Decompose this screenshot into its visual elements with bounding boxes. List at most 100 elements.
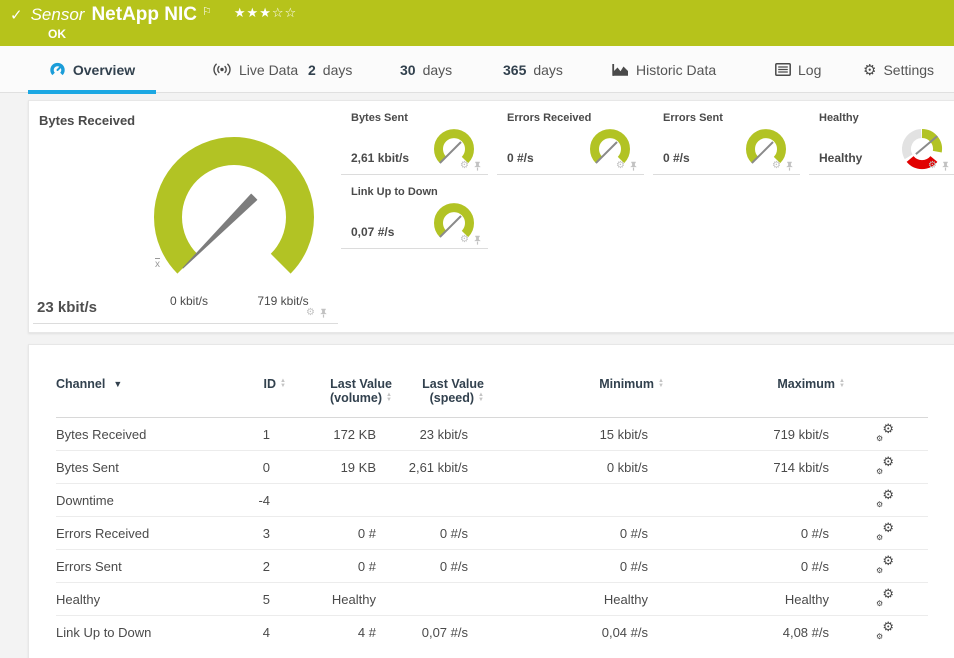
channel-id-cell: 2: [216, 550, 286, 583]
gauge-cell-bytes-sent: Bytes Sent 2,61 kbit/s ⚙: [341, 101, 488, 175]
channel-settings-icon[interactable]: ⚙⚙: [876, 590, 894, 605]
minimum-cell: 0,04 #/s: [484, 616, 664, 649]
gauge-cell-errors-sent: Errors Sent 0 #/s ⚙: [653, 101, 800, 175]
column-header-id[interactable]: ID▲▼: [216, 377, 286, 418]
primary-gauge-cell: Bytes Received x 0 kbit/s 719 kbit/s 23 …: [29, 101, 340, 334]
minimum-cell: 0 #/s: [484, 550, 664, 583]
tab-2-days[interactable]: 2 days: [308, 46, 352, 93]
stars-filled[interactable]: ★★★: [234, 6, 272, 21]
table-row: Errors Sent 2 0 # 0 #/s 0 #/s 0 #/s ⚙⚙: [56, 550, 928, 583]
flag-icon: ⚐: [202, 5, 212, 18]
last-speed-cell: [392, 583, 484, 616]
tab-log[interactable]: Log: [775, 46, 821, 93]
channel-settings-icon[interactable]: ⚙⚙: [876, 425, 894, 440]
maximum-cell: [664, 484, 845, 517]
gauge-min-label: 0 kbit/s: [149, 294, 229, 308]
column-header-last-value-volume[interactable]: Last Value (volume)▲▼: [286, 377, 392, 418]
gauge-settings-icon[interactable]: ⚙: [772, 161, 781, 171]
gauge-icon: [49, 61, 66, 78]
tab-365-days-label: days: [533, 62, 563, 78]
last-speed-cell: [392, 484, 484, 517]
tab-historic-data[interactable]: Historic Data: [612, 46, 716, 93]
minimum-cell: [484, 484, 664, 517]
column-header-actions: [845, 377, 928, 418]
gauge-cell-link-up-to-down: Link Up to Down 0,07 #/s ⚙: [341, 175, 488, 249]
last-volume-cell: 172 KB: [286, 418, 392, 451]
channel-settings-icon[interactable]: ⚙⚙: [876, 557, 894, 572]
gauge-value: 0 #/s: [663, 151, 690, 165]
last-speed-cell: 0 #/s: [392, 517, 484, 550]
maximum-cell: 4,08 #/s: [664, 616, 845, 649]
tab-365-days[interactable]: 365 days: [503, 46, 563, 93]
channel-name-cell: Errors Sent: [56, 550, 216, 583]
channel-settings-icon[interactable]: ⚙⚙: [876, 458, 894, 473]
channel-settings-icon[interactable]: ⚙⚙: [876, 524, 894, 539]
minimum-cell: Healthy: [484, 583, 664, 616]
last-volume-cell: [286, 484, 392, 517]
live-data-icon: [212, 62, 232, 77]
settings-gear-icon: ⚙: [863, 61, 876, 79]
column-header-minimum[interactable]: Minimum▲▼: [484, 377, 664, 418]
channel-name-cell: Bytes Sent: [56, 451, 216, 484]
gauge-title: Link Up to Down: [351, 186, 438, 198]
pin-icon[interactable]: [785, 161, 794, 171]
small-gauge-grid: Bytes Sent 2,61 kbit/s ⚙ Errors Received…: [341, 101, 954, 334]
pin-icon[interactable]: [473, 235, 482, 245]
maximum-cell: 714 kbit/s: [664, 451, 845, 484]
tab-live-data[interactable]: Live Data: [212, 46, 298, 93]
last-speed-cell: 2,61 kbit/s: [392, 451, 484, 484]
gauge-settings-icon[interactable]: ⚙: [928, 161, 937, 171]
maximum-cell: 719 kbit/s: [664, 418, 845, 451]
last-volume-cell: 0 #: [286, 550, 392, 583]
channel-settings-icon[interactable]: ⚙⚙: [876, 623, 894, 638]
last-speed-cell: 0 #/s: [392, 550, 484, 583]
primary-gauge-title: Bytes Received: [39, 113, 135, 128]
channel-id-cell: 3: [216, 517, 286, 550]
log-icon: [775, 63, 791, 76]
tab-365-days-number: 365: [503, 62, 526, 78]
gauge-value: Healthy: [819, 151, 862, 165]
channel-id-cell: 1: [216, 418, 286, 451]
active-tab-underline: [28, 90, 156, 94]
gauge-settings-icon[interactable]: ⚙: [460, 235, 469, 245]
gauge-title: Healthy: [819, 112, 859, 124]
sort-desc-arrow-icon[interactable]: ▼: [113, 379, 122, 389]
table-row: Healthy 5 Healthy Healthy Healthy ⚙⚙: [56, 583, 928, 616]
channel-name-cell: Downtime: [56, 484, 216, 517]
pin-icon[interactable]: [629, 161, 638, 171]
channel-id-cell: 4: [216, 616, 286, 649]
tab-settings-label: Settings: [883, 62, 934, 78]
last-volume-cell: Healthy: [286, 583, 392, 616]
tab-30-days[interactable]: 30 days: [400, 46, 452, 93]
historic-chart-icon: [612, 63, 629, 77]
status-badge: OK: [48, 27, 66, 41]
channel-settings-icon[interactable]: ⚙⚙: [876, 491, 894, 506]
gauge-title: Errors Sent: [663, 112, 723, 124]
channel-id-cell: -4: [216, 484, 286, 517]
pin-icon[interactable]: [941, 161, 950, 171]
gauge-settings-icon[interactable]: ⚙: [306, 308, 315, 318]
channel-name-cell: Errors Received: [56, 517, 216, 550]
gauge-settings-icon[interactable]: ⚙: [616, 161, 625, 171]
channel-id-cell: 5: [216, 583, 286, 616]
tab-bar: Overview Live Data 2 days 30 days 365 da…: [0, 46, 954, 93]
primary-gauge: [124, 129, 344, 309]
pin-icon[interactable]: [473, 161, 482, 171]
minimum-cell: 0 #/s: [484, 517, 664, 550]
column-header-channel[interactable]: Channel▼: [56, 377, 216, 418]
tab-log-label: Log: [798, 62, 821, 78]
primary-gauge-value: 23 kbit/s: [37, 299, 97, 316]
status-ok-check-icon: ✓: [10, 6, 23, 24]
column-header-maximum[interactable]: Maximum▲▼: [664, 377, 845, 418]
gauge-settings-icon[interactable]: ⚙: [460, 161, 469, 171]
tab-overview[interactable]: Overview: [28, 46, 156, 93]
stars-empty[interactable]: ☆☆: [272, 6, 297, 21]
pin-icon[interactable]: [319, 308, 328, 318]
channel-id-cell: 0: [216, 451, 286, 484]
sensor-header: ✓ Sensor NetApp NIC ⚐ ★★★☆☆ OK: [0, 0, 954, 46]
channel-name-cell: Healthy: [56, 583, 216, 616]
tab-settings[interactable]: ⚙ Settings: [863, 46, 934, 93]
table-row: Downtime -4 ⚙⚙: [56, 484, 928, 517]
priority-stars[interactable]: ★★★☆☆: [234, 6, 297, 21]
column-header-last-value-speed[interactable]: Last Value (speed)▲▼: [392, 377, 484, 418]
